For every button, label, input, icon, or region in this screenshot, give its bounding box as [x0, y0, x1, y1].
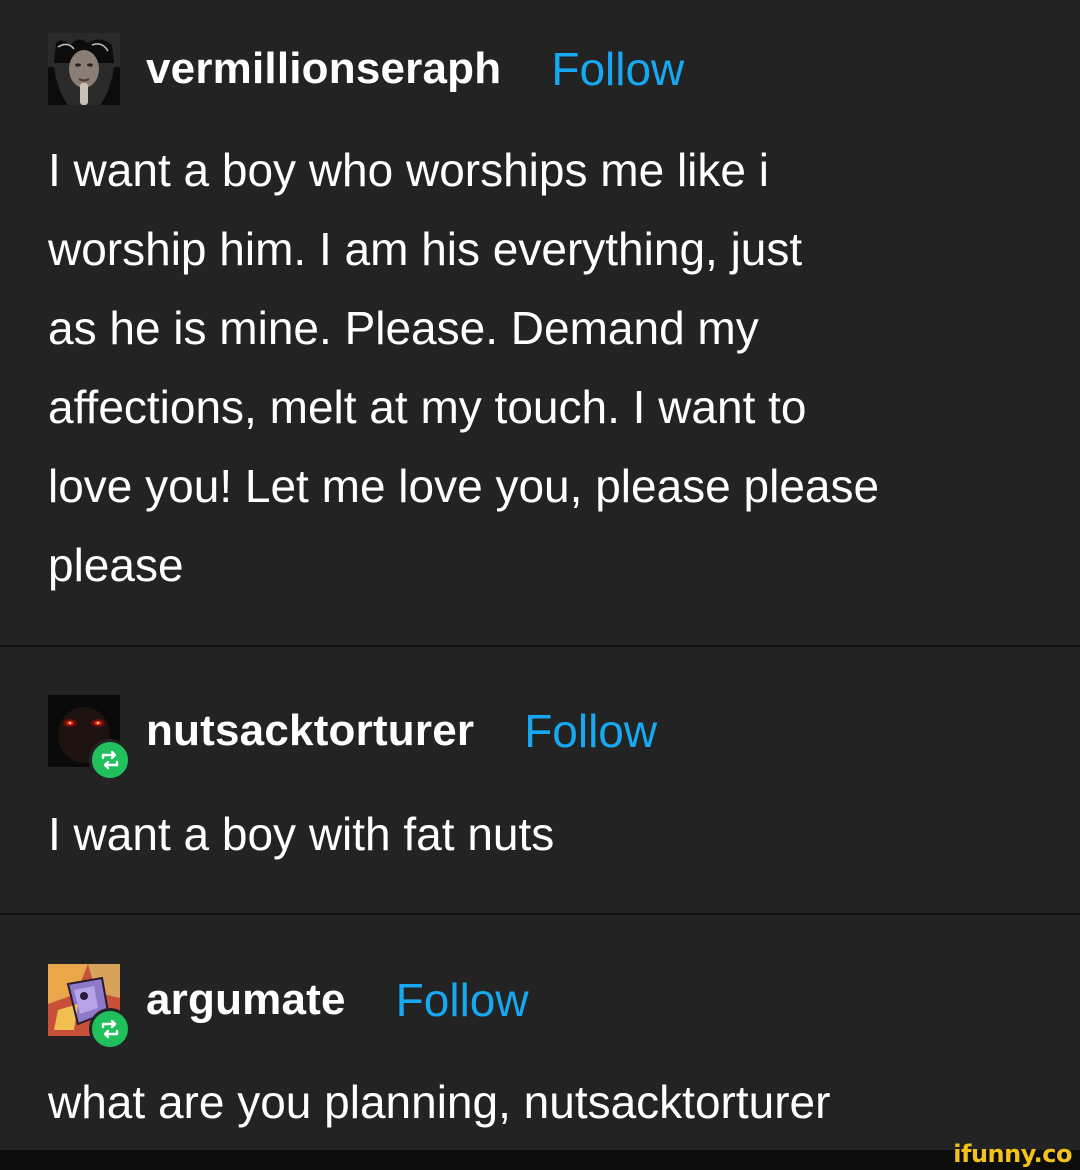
reblog-icon — [101, 750, 119, 770]
post-divider — [0, 913, 1080, 915]
username[interactable]: vermillionseraph — [146, 44, 501, 94]
follow-button[interactable]: Follow — [396, 973, 529, 1027]
post-line: what are you planning, nutsacktorturer — [48, 1076, 831, 1128]
post-body: I want a boy with fat nuts — [48, 795, 1038, 874]
post-line: worship him. I am his everything, just — [48, 223, 803, 275]
post-body: I want a boy who worships me like i wors… — [48, 131, 1038, 605]
post-line: I want a boy who worships me like i — [48, 144, 769, 196]
username[interactable]: argumate — [146, 975, 346, 1025]
reblog-badge — [89, 739, 131, 781]
username[interactable]: nutsacktorturer — [146, 706, 474, 756]
post-header: vermillionseraph Follow — [48, 33, 684, 105]
watermark-text: ifunny.co — [953, 1140, 1072, 1168]
post-header: nutsacktorturer Follow — [48, 695, 657, 781]
post-line: I want a boy with fat nuts — [48, 808, 555, 860]
follow-button[interactable]: Follow — [524, 704, 657, 758]
post-body: what are you planning, nutsacktorturer — [48, 1063, 1038, 1142]
post-line: affections, melt at my touch. I want to — [48, 381, 807, 433]
avatar[interactable] — [48, 33, 120, 105]
post-line: love you! Let me love you, please please — [48, 460, 880, 512]
tumblr-thread: vermillionseraph Follow I want a boy who… — [0, 0, 1080, 1170]
post-header: argumate Follow — [48, 964, 529, 1050]
reblog-badge — [89, 1008, 131, 1050]
avatar[interactable] — [48, 964, 131, 1050]
avatar[interactable] — [48, 695, 131, 781]
post-divider — [0, 645, 1080, 647]
bottom-bar — [0, 1150, 1080, 1170]
follow-button[interactable]: Follow — [551, 42, 684, 96]
post-line: please — [48, 539, 184, 591]
post-line: as he is mine. Please. Demand my — [48, 302, 759, 354]
portrait-avatar-icon — [48, 33, 120, 105]
reblog-icon — [101, 1019, 119, 1039]
